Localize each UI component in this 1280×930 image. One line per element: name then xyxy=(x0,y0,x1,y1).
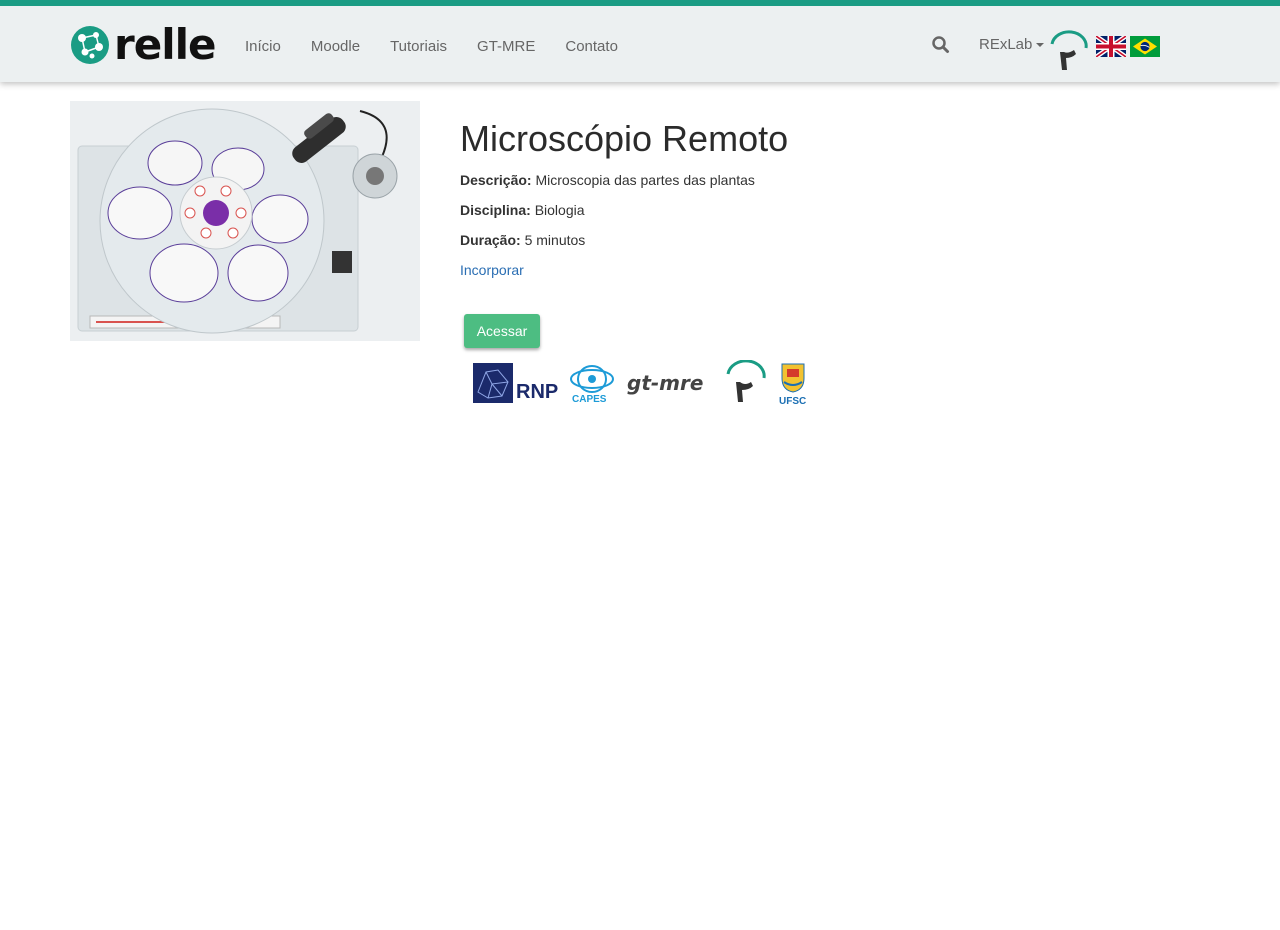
nav-contato[interactable]: Contato xyxy=(550,12,633,82)
main-nav: Início Moodle Tutoriais GT-MRE Contato xyxy=(230,12,633,82)
uk-flag-icon[interactable] xyxy=(1096,36,1126,57)
rnp-text: RNP xyxy=(516,381,558,403)
gt-mre-logo: gt-mre xyxy=(626,366,714,400)
relle-logo-icon xyxy=(71,26,109,64)
rexlab-dropdown[interactable]: RExLab xyxy=(979,36,1045,53)
microscope-apparatus-image xyxy=(70,101,420,341)
ufsc-text: UFSC xyxy=(779,396,806,406)
rexlab-logo-icon xyxy=(1050,30,1088,70)
nav-moodle[interactable]: Moodle xyxy=(296,12,375,82)
relle-logo[interactable]: relle xyxy=(70,20,216,69)
duration-label: Duração: xyxy=(460,232,521,248)
embed-link[interactable]: Incorporar xyxy=(460,262,524,278)
rexlab-label: RExLab xyxy=(979,36,1033,53)
description-value: Microscopia das partes das plantas xyxy=(535,172,755,188)
discipline-row: Disciplina: Biologia xyxy=(460,202,585,218)
description-label: Descrição: xyxy=(460,172,532,188)
page-title: Microscópio Remoto xyxy=(460,118,789,159)
nav-gt-mre[interactable]: GT-MRE xyxy=(462,12,550,82)
capes-logo: CAPES xyxy=(568,362,616,405)
logo-text: relle xyxy=(114,20,216,69)
rexlab-partner-logo xyxy=(722,359,768,406)
search-icon[interactable] xyxy=(930,34,952,56)
access-button[interactable]: Acessar xyxy=(464,314,540,348)
discipline-value: Biologia xyxy=(534,202,585,218)
chevron-down-icon xyxy=(1036,43,1045,48)
rnp-logo: RNP xyxy=(472,362,558,404)
description-row: Descrição: Microscopia das partes das pl… xyxy=(460,172,755,188)
lab-photo xyxy=(70,101,420,341)
capes-text: CAPES xyxy=(572,394,607,404)
nav-tutoriais[interactable]: Tutoriais xyxy=(375,12,462,82)
duration-row: Duração: 5 minutos xyxy=(460,232,585,248)
ufsc-logo: UFSC xyxy=(776,360,810,407)
gt-mre-text: gt-mre xyxy=(627,371,703,395)
nav-inicio[interactable]: Início xyxy=(230,12,296,82)
duration-value: 5 minutos xyxy=(524,232,586,248)
brazil-flag-icon[interactable] xyxy=(1130,36,1160,57)
discipline-label: Disciplina: xyxy=(460,202,531,218)
top-navbar: relle Início Moodle Tutoriais GT-MRE Con… xyxy=(0,0,1280,82)
